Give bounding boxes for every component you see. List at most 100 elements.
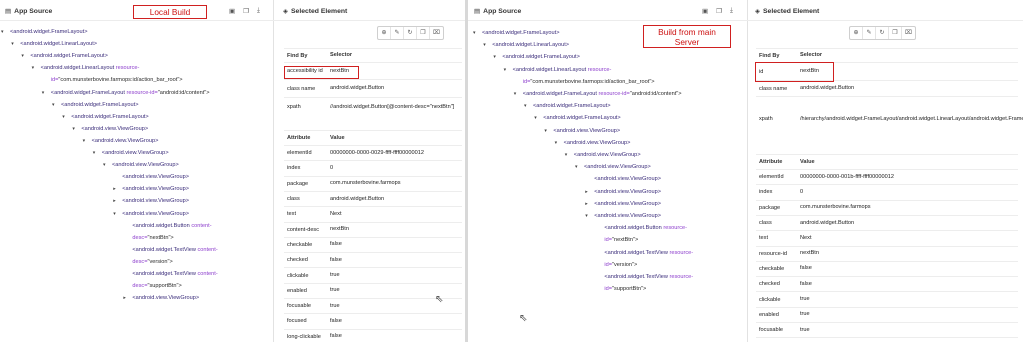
- expand-arrow-icon[interactable]: ▸: [585, 189, 588, 195]
- collapse-arrow-icon[interactable]: ▾: [473, 30, 476, 36]
- tree-node[interactable]: ▾ <android.view.ViewGroup>: [83, 138, 159, 144]
- attribute-row[interactable]: clickable true: [284, 267, 462, 282]
- copy-icon[interactable]: ❐: [716, 7, 722, 15]
- attribute-row[interactable]: enabled true: [756, 306, 1018, 322]
- locate-icon[interactable]: ⊕: [378, 27, 391, 39]
- download-icon[interactable]: ⤓: [257, 7, 260, 15]
- selector-row[interactable]: xpath/hierarchy/android.widget.FrameLayo…: [756, 96, 1023, 141]
- expand-arrow-icon[interactable]: ▸: [113, 198, 116, 204]
- tree-node[interactable]: ▸ <android.view.ViewGroup>: [113, 198, 189, 204]
- collapse-arrow-icon[interactable]: ▾: [493, 54, 496, 60]
- attribute-row[interactable]: package com.munsterbovine.farmops: [756, 199, 1018, 215]
- collapse-arrow-icon[interactable]: ▾: [103, 162, 106, 168]
- collapse-arrow-icon[interactable]: ▾: [113, 211, 116, 217]
- tree-node[interactable]: ▾ <android.widget.FrameLayout>: [493, 54, 579, 60]
- tree-node[interactable]: <android.widget.TextView resource-: [604, 274, 693, 280]
- tree-node[interactable]: ▾ <android.widget.FrameLayout>: [473, 30, 559, 36]
- tree-node[interactable]: ▾ <android.widget.LinearLayout>: [483, 42, 569, 48]
- attribute-row[interactable]: content-desc nextBtn: [284, 221, 462, 237]
- tree-node[interactable]: <android.widget.TextView resource-: [604, 250, 693, 256]
- attribute-row[interactable]: text Next: [284, 206, 462, 221]
- collapse-arrow-icon[interactable]: ▾: [565, 152, 568, 158]
- refresh-icon[interactable]: ↻: [404, 27, 417, 39]
- tree-node[interactable]: ▾ <android.view.ViewGroup>: [585, 213, 661, 219]
- tree-node[interactable]: <android.widget.TextView content-: [132, 271, 217, 277]
- tree-node[interactable]: ▾ <android.view.ViewGroup>: [113, 211, 189, 217]
- collapse-arrow-icon[interactable]: ▾: [555, 140, 558, 146]
- tree-node[interactable]: ▾ <android.widget.FrameLayout>: [1, 29, 87, 35]
- attribute-row[interactable]: long-clickable false: [284, 328, 462, 342]
- collapse-arrow-icon[interactable]: ▾: [42, 90, 45, 96]
- tree-node[interactable]: ▾ <android.widget.FrameLayout>: [524, 103, 610, 109]
- attribute-row[interactable]: checkable false: [284, 236, 462, 252]
- collapse-arrow-icon[interactable]: ▾: [1, 29, 4, 35]
- tree-node[interactable]: ▾ <android.view.ViewGroup>: [544, 128, 620, 134]
- attribute-row[interactable]: package com.munsterbovine.farmops: [284, 175, 462, 191]
- attribute-row[interactable]: checked false: [284, 252, 462, 267]
- attribute-row[interactable]: class android.widget.Button: [284, 190, 462, 206]
- attribute-row[interactable]: checked false: [756, 276, 1018, 291]
- locate-icon[interactable]: ⊕: [850, 27, 863, 39]
- attribute-row[interactable]: checkable false: [756, 260, 1018, 276]
- tree-node[interactable]: desc="nextBtn">: [132, 235, 173, 241]
- screenshot-icon[interactable]: ▣: [702, 7, 708, 15]
- collapse-arrow-icon[interactable]: ▾: [575, 164, 578, 170]
- tree-node[interactable]: ▾ <android.widget.FrameLayout>: [21, 53, 107, 59]
- collapse-arrow-icon[interactable]: ▾: [21, 53, 24, 59]
- attribute-row[interactable]: index 0: [284, 160, 462, 175]
- tree-node[interactable]: <android.widget.Button content-: [132, 223, 211, 229]
- attribute-row[interactable]: elementId 00000000-0000-001b-ffff-ffff000…: [756, 169, 1018, 184]
- tree-node[interactable]: <android.view.ViewGroup>: [122, 174, 189, 180]
- collapse-arrow-icon[interactable]: ▾: [483, 42, 486, 48]
- tree-node[interactable]: ▾ <android.widget.FrameLayout>: [62, 114, 148, 120]
- tree-node[interactable]: ▸ <android.view.ViewGroup>: [113, 186, 189, 192]
- copy-icon[interactable]: ❐: [417, 27, 430, 39]
- attribute-row[interactable]: elementId 00000000-0000-0029-ffff-ffff000…: [284, 145, 462, 160]
- tree-node[interactable]: ▸ <android.view.ViewGroup>: [585, 189, 661, 195]
- tree-node[interactable]: ▾ <android.widget.LinearLayout resource-: [32, 65, 140, 71]
- collapse-arrow-icon[interactable]: ▾: [72, 126, 75, 132]
- collapse-arrow-icon[interactable]: ▾: [544, 128, 547, 134]
- edit-icon[interactable]: ✎: [391, 27, 404, 39]
- tree-node[interactable]: desc="version">: [132, 259, 172, 265]
- copy-icon[interactable]: ❐: [889, 27, 902, 39]
- collapse-arrow-icon[interactable]: ▾: [52, 102, 55, 108]
- clear-icon[interactable]: ⌧: [430, 27, 443, 39]
- tree-node[interactable]: <android.view.ViewGroup>: [594, 176, 661, 182]
- clear-icon[interactable]: ⌧: [902, 27, 915, 39]
- download-icon[interactable]: ⤓: [730, 7, 733, 15]
- tree-node[interactable]: ▾ <android.widget.FrameLayout resource-id…: [514, 91, 682, 97]
- screenshot-icon[interactable]: ▣: [229, 7, 235, 15]
- collapse-arrow-icon[interactable]: ▾: [504, 67, 507, 73]
- attribute-row[interactable]: focusedfalse: [284, 313, 462, 328]
- tree-node[interactable]: ▸ <android.view.ViewGroup>: [585, 201, 661, 207]
- attribute-row[interactable]: focusedfalse: [756, 337, 1018, 342]
- tree-node[interactable]: ▾ <android.widget.FrameLayout>: [52, 102, 138, 108]
- collapse-arrow-icon[interactable]: ▾: [514, 91, 517, 97]
- collapse-arrow-icon[interactable]: ▾: [534, 115, 537, 121]
- attribute-row[interactable]: clickable true: [756, 291, 1018, 306]
- collapse-arrow-icon[interactable]: ▾: [524, 103, 527, 109]
- tree-node[interactable]: ▾ <android.widget.FrameLayout>: [534, 115, 620, 121]
- tree-node[interactable]: id="com.munsterbovine.farmops:id/action_…: [51, 77, 183, 83]
- tree-node[interactable]: <android.widget.TextView content-: [132, 247, 217, 253]
- expand-arrow-icon[interactable]: ▸: [113, 186, 116, 192]
- tree-node[interactable]: ▾ <android.view.ViewGroup>: [72, 126, 148, 132]
- attribute-row[interactable]: index 0: [756, 184, 1018, 199]
- collapse-arrow-icon[interactable]: ▾: [32, 65, 35, 71]
- tree-node[interactable]: id="version">: [604, 262, 637, 268]
- collapse-arrow-icon[interactable]: ▾: [585, 213, 588, 219]
- attribute-row[interactable]: class android.widget.Button: [756, 214, 1018, 230]
- tree-node[interactable]: ▾ <android.widget.LinearLayout resource-: [504, 67, 612, 73]
- tree-node[interactable]: id="nextBtn">: [604, 237, 638, 243]
- attribute-row[interactable]: text Next: [756, 230, 1018, 245]
- tree-node[interactable]: ▾ <android.view.ViewGroup>: [93, 150, 169, 156]
- collapse-arrow-icon[interactable]: ▾: [93, 150, 96, 156]
- edit-icon[interactable]: ✎: [863, 27, 876, 39]
- attribute-row[interactable]: resource-id nextBtn: [756, 245, 1018, 261]
- expand-arrow-icon[interactable]: ▸: [123, 295, 126, 301]
- tree-node[interactable]: ▸ <android.view.ViewGroup>: [123, 295, 199, 301]
- copy-icon[interactable]: ❐: [243, 7, 249, 15]
- collapse-arrow-icon[interactable]: ▾: [83, 138, 86, 144]
- tree-node[interactable]: ▾ <android.view.ViewGroup>: [575, 164, 651, 170]
